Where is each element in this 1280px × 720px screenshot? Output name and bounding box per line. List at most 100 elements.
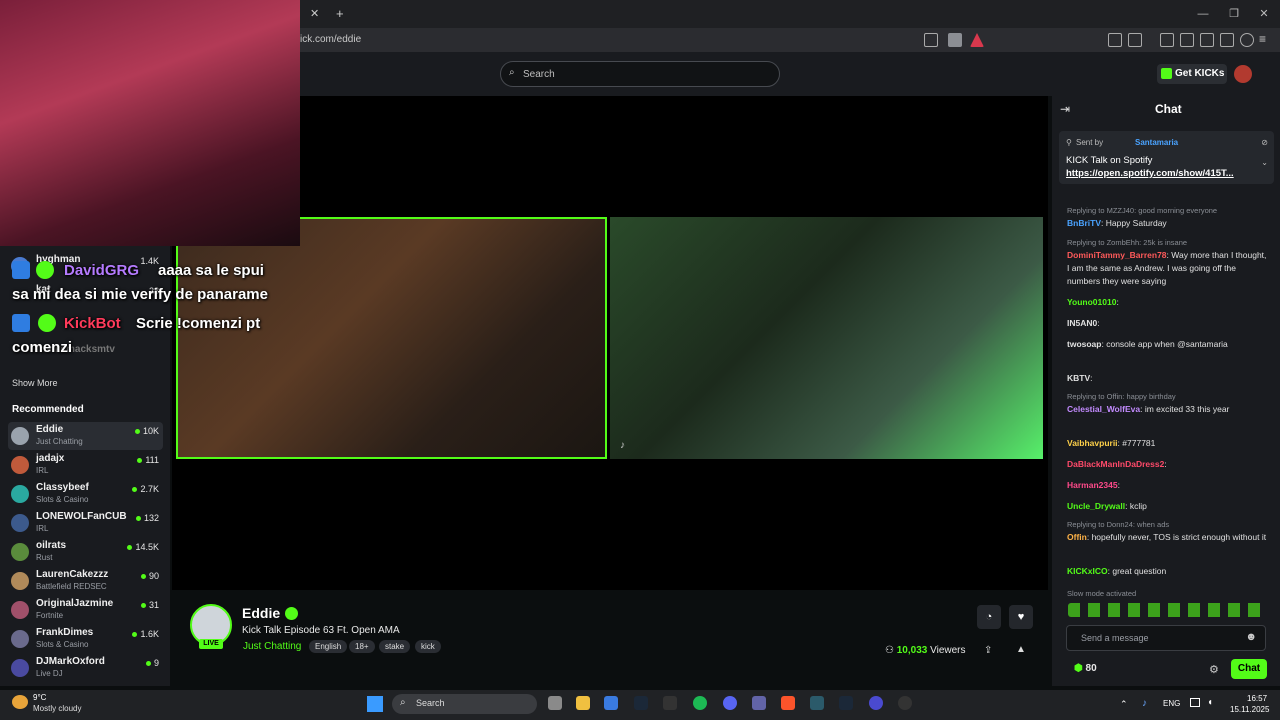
- search-input[interactable]: ⌕ Search: [500, 61, 780, 87]
- volume-icon[interactable]: ◖: [1207, 697, 1213, 708]
- maximize-icon[interactable]: ❐: [1226, 6, 1242, 22]
- new-tab-icon[interactable]: +: [336, 6, 344, 21]
- media-icon[interactable]: [1160, 33, 1174, 47]
- clock-date[interactable]: 15.11.2025: [1230, 705, 1269, 714]
- menu-icon[interactable]: ≡: [1259, 32, 1266, 46]
- channel-points[interactable]: ⬢ 80: [1074, 663, 1097, 674]
- chat-message: twosoap: console app when @santamaria: [1067, 339, 1228, 349]
- stream-title: Kick Talk Episode 63 Ft. Open AMA: [242, 625, 400, 636]
- chat-message: Celestial_WolfEva: im excited 33 this ye…: [1067, 404, 1230, 414]
- gear-icon[interactable]: ⚙: [1209, 663, 1219, 676]
- chevron-down-icon[interactable]: ⌄: [1261, 158, 1268, 167]
- tag[interactable]: 18+: [349, 640, 375, 653]
- kicks-icon: [1161, 68, 1172, 79]
- chat-message: Vaibhavpurii: #777781: [1067, 438, 1156, 448]
- app-icon[interactable]: [810, 696, 824, 710]
- taskbar-search-input[interactable]: ⌕ Search: [392, 694, 537, 714]
- minimize-icon[interactable]: —: [1195, 6, 1211, 22]
- weather-icon[interactable]: [12, 695, 28, 709]
- overlay-chat-text: Scrie !comenzi pt: [136, 315, 261, 332]
- share-icon[interactable]: [924, 33, 938, 47]
- mute-icon[interactable]: ♪: [620, 440, 625, 451]
- report-icon[interactable]: ▲: [1016, 644, 1026, 655]
- emote-bar[interactable]: [1068, 603, 1268, 617]
- sidebar-item-frankdimes[interactable]: FrankDimes Slots & Casino 1.6K: [8, 625, 163, 653]
- send-chat-button[interactable]: Chat: [1231, 659, 1267, 679]
- monitor-icon[interactable]: [1190, 698, 1200, 707]
- channel-name[interactable]: Eddie: [242, 605, 280, 621]
- chat-reply-context: Replying to Donn24: when ads: [1067, 520, 1170, 529]
- chat-message: Offin: hopefully never, TOS is strict en…: [1067, 532, 1267, 542]
- teams-icon[interactable]: [752, 696, 766, 710]
- tag[interactable]: stake: [379, 640, 411, 653]
- close-window-icon[interactable]: ✕: [1256, 6, 1272, 22]
- show-more-link[interactable]: Show More: [12, 378, 58, 388]
- weather-temp[interactable]: 9°C: [33, 693, 46, 702]
- recommended-heading: Recommended: [12, 404, 84, 415]
- microphone-icon[interactable]: ♪: [1142, 698, 1147, 709]
- get-kicks-button[interactable]: Get KICKs: [1157, 64, 1227, 84]
- file-explorer-icon[interactable]: [576, 696, 590, 710]
- steam-icon[interactable]: [839, 696, 853, 710]
- pinned-sender: Santamaria: [1135, 138, 1179, 147]
- sidebar-item-classybeef[interactable]: Classybeef Slots & Casino 2.7K: [8, 480, 163, 508]
- tab-close-icon[interactable]: ✕: [310, 7, 319, 20]
- viewer-count: 1.4K: [140, 256, 159, 266]
- sidebar-item-jadajx[interactable]: jadajx IRL 111: [8, 451, 163, 479]
- app-icon[interactable]: [898, 696, 912, 710]
- clock-time[interactable]: 16:57: [1247, 694, 1267, 703]
- shield-icon[interactable]: [948, 33, 962, 47]
- sidebar-item-oilrats[interactable]: oilrats Rust 14.5K: [8, 538, 163, 566]
- channel-name: jadajx: [36, 453, 65, 464]
- streamer-webcam-overlay: [0, 0, 300, 246]
- sidebar-item-laurencakezzz[interactable]: LaurenCakezzz Battlefield REDSEC 90: [8, 567, 163, 595]
- avatar: [11, 630, 29, 648]
- app-icon[interactable]: [869, 696, 883, 710]
- sidebar-item-djmarkoxford[interactable]: DJMarkOxford Live DJ 9: [8, 654, 163, 682]
- steam-icon[interactable]: [634, 696, 648, 710]
- collapse-chat-icon[interactable]: ⇥: [1060, 102, 1070, 116]
- chat-message-input[interactable]: Send a message ☻: [1066, 625, 1266, 651]
- follow-heart-icon[interactable]: ♥: [1009, 605, 1033, 629]
- sidebar-toggle-icon[interactable]: [1180, 33, 1194, 47]
- taskbar-search-placeholder: Search: [416, 698, 445, 708]
- language-indicator[interactable]: ENG: [1163, 699, 1180, 708]
- task-view-icon[interactable]: [548, 696, 562, 710]
- brave-icon[interactable]: [781, 696, 795, 710]
- overlay-chat-text: aaaa sa le spui: [158, 262, 264, 279]
- channel-category: Slots & Casino: [36, 495, 89, 504]
- tag[interactable]: kick: [415, 640, 441, 653]
- points-icon: ⬢: [1074, 663, 1086, 674]
- pinned-message[interactable]: ⚲ Sent by Santamaria KICK Talk on Spotif…: [1059, 131, 1274, 184]
- unpin-icon[interactable]: ⊘: [1261, 138, 1268, 147]
- chat-message: KICKxICO: great question: [1067, 566, 1167, 576]
- sidebar-item-originaljazmine[interactable]: OriginalJazmine Fortnite 31: [8, 596, 163, 624]
- get-kicks-label: Get KICKs: [1175, 68, 1225, 79]
- viewer-count: 31: [140, 600, 159, 610]
- weather-condition[interactable]: Mostly cloudy: [33, 704, 81, 713]
- emoji-icon[interactable]: ☻: [1245, 631, 1257, 643]
- wallet-icon[interactable]: [1200, 33, 1214, 47]
- tag[interactable]: English: [309, 640, 348, 653]
- notification-bell-icon[interactable]: ◔: [977, 605, 1001, 629]
- epic-icon[interactable]: [663, 696, 677, 710]
- discord-icon[interactable]: [723, 696, 737, 710]
- sidebar-item-eddie[interactable]: Eddie Just Chatting 10K: [8, 422, 163, 450]
- reader-icon[interactable]: [1128, 33, 1142, 47]
- sidebar-item-lonewolfancub[interactable]: LONEWOLFanCUB IRL 132: [8, 509, 163, 537]
- category-link[interactable]: Just Chatting: [243, 641, 301, 652]
- channel-category: IRL: [36, 524, 49, 533]
- start-icon[interactable]: [367, 696, 383, 712]
- vpn-icon[interactable]: [1240, 33, 1254, 47]
- overlay-badge-icon: [12, 314, 30, 332]
- pinned-link[interactable]: https://open.spotify.com/show/415T...: [1066, 168, 1234, 179]
- extensions-icon[interactable]: [1108, 33, 1122, 47]
- user-avatar[interactable]: [1234, 65, 1252, 83]
- spotify-icon[interactable]: [693, 696, 707, 710]
- store-icon[interactable]: [604, 696, 618, 710]
- url-text[interactable]: ick.com/eddie: [300, 34, 361, 45]
- chat-message: IN5AN0:: [1067, 318, 1100, 328]
- tray-chevron-icon[interactable]: ⌃: [1120, 699, 1128, 710]
- leo-icon[interactable]: [1220, 33, 1234, 47]
- share-icon[interactable]: ⇪: [984, 645, 992, 656]
